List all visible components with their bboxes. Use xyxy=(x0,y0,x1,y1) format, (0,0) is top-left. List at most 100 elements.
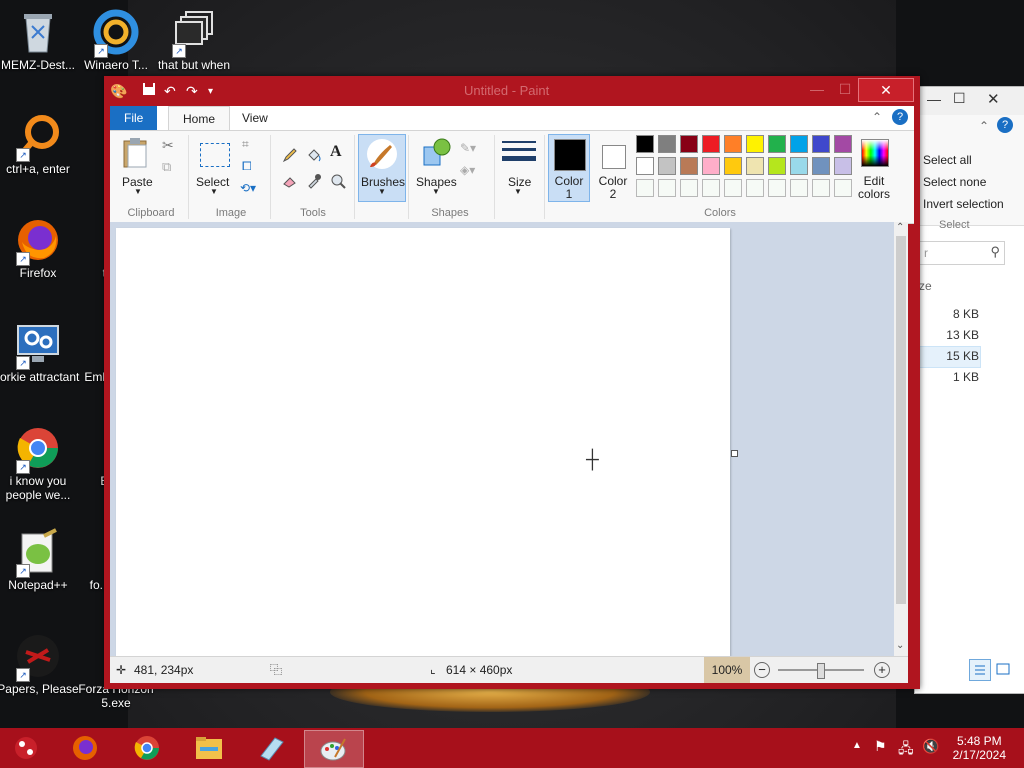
minimize-icon[interactable]: — xyxy=(804,78,830,100)
rotate-icon[interactable]: ⟲▾ xyxy=(240,181,256,195)
pencil-icon[interactable] xyxy=(282,147,298,166)
collapse-ribbon-icon[interactable]: ⌃ xyxy=(979,119,989,133)
color-swatch[interactable] xyxy=(768,135,786,153)
paint-titlebar[interactable]: 🎨 ↶ ↷ ▾ Untitled - Paint — ☐ ✕ xyxy=(104,76,920,106)
color-swatch[interactable] xyxy=(658,157,676,175)
magnifier-icon[interactable] xyxy=(330,173,346,192)
select-none-button[interactable]: Select none xyxy=(923,175,986,189)
select-all-button[interactable]: Select all xyxy=(923,153,972,167)
color1-button[interactable]: Color 1 xyxy=(548,134,590,202)
color-swatch[interactable] xyxy=(658,179,676,197)
color-swatch[interactable] xyxy=(812,135,830,153)
paint-window[interactable]: 🎨 ↶ ↷ ▾ Untitled - Paint — ☐ ✕ File Home… xyxy=(104,76,920,689)
help-icon[interactable]: ? xyxy=(892,109,908,125)
paste-button[interactable]: Paste ▼ xyxy=(116,135,156,199)
color-swatch[interactable] xyxy=(636,179,654,197)
brushes-button[interactable]: Brushes ▼ xyxy=(358,134,406,202)
color-swatch[interactable] xyxy=(746,157,764,175)
details-view-icon[interactable] xyxy=(969,659,991,681)
vertical-scrollbar[interactable]: ⌃ ⌄ xyxy=(894,222,908,656)
color-picker-icon[interactable] xyxy=(306,173,322,192)
color-swatch[interactable] xyxy=(790,157,808,175)
taskbar-firefox[interactable] xyxy=(56,730,114,766)
fill-icon[interactable] xyxy=(306,147,322,166)
color-swatch[interactable] xyxy=(636,135,654,153)
close-button[interactable]: ✕ xyxy=(858,78,914,102)
tab-home[interactable]: Home xyxy=(168,106,231,131)
shape-fill-icon[interactable]: ◈▾ xyxy=(460,163,475,177)
start-button[interactable] xyxy=(0,730,52,766)
desktop-icon-ctrl-a-enter[interactable]: ↗ ctrl+a, enter xyxy=(0,108,82,176)
scrollbar-thumb[interactable] xyxy=(896,236,906,604)
canvas-resize-handle[interactable] xyxy=(731,450,738,457)
canvas-workspace[interactable]: ┼ xyxy=(110,222,894,656)
color-swatch[interactable] xyxy=(812,179,830,197)
copy-icon[interactable]: ⧉ xyxy=(162,159,171,175)
color-swatch[interactable] xyxy=(658,135,676,153)
invert-selection-button[interactable]: Invert selection xyxy=(923,197,1004,211)
save-icon[interactable] xyxy=(142,82,156,99)
tab-view[interactable]: View xyxy=(228,106,282,130)
color-swatch[interactable] xyxy=(636,157,654,175)
color-swatch[interactable] xyxy=(790,179,808,197)
volume-muted-icon[interactable]: 🔇 xyxy=(922,738,939,755)
taskbar-chrome[interactable] xyxy=(118,730,176,766)
desktop-icon-that-but-when[interactable]: ↗ that but when xyxy=(150,4,238,72)
crop-icon[interactable]: ⌗ xyxy=(242,137,249,152)
edit-colors-button[interactable]: Edit colors xyxy=(854,135,894,201)
network-icon[interactable]: 🖧 xyxy=(898,738,914,762)
text-icon[interactable]: A xyxy=(330,143,342,161)
color-swatch[interactable] xyxy=(724,157,742,175)
zoom-slider-thumb[interactable] xyxy=(817,663,825,679)
customize-toolbar-icon[interactable]: ▾ xyxy=(208,86,213,97)
color-swatch[interactable] xyxy=(680,179,698,197)
zoom-out-button[interactable]: − xyxy=(754,662,770,678)
zoom-in-button[interactable]: + xyxy=(874,662,890,678)
color-swatch[interactable] xyxy=(724,179,742,197)
color-swatch[interactable] xyxy=(768,157,786,175)
action-center-flag-icon[interactable]: ⚑ xyxy=(874,738,887,755)
color-swatch[interactable] xyxy=(680,135,698,153)
color-swatch[interactable] xyxy=(680,157,698,175)
desktop-icon-recycle-bin[interactable]: MEMZ-Dest... xyxy=(0,4,82,72)
color-swatch[interactable] xyxy=(746,135,764,153)
scroll-up-icon[interactable]: ⌃ xyxy=(896,222,904,233)
drawing-canvas[interactable]: ┼ xyxy=(116,228,730,656)
show-hidden-icons-icon[interactable]: ▲ xyxy=(852,740,862,751)
maximize-icon[interactable]: ☐ xyxy=(832,78,858,100)
select-button[interactable]: Select ▼ xyxy=(194,135,236,199)
size-column-header[interactable]: ze xyxy=(919,279,932,293)
color-swatch[interactable] xyxy=(702,179,720,197)
paint-app-icon[interactable]: 🎨 xyxy=(110,83,127,100)
minimize-icon[interactable]: — xyxy=(927,91,941,107)
collapse-ribbon-icon[interactable]: ⌃ xyxy=(872,110,882,124)
color-swatch[interactable] xyxy=(702,157,720,175)
size-button[interactable]: Size ▼ xyxy=(498,135,538,199)
color-swatch[interactable] xyxy=(702,135,720,153)
desktop-icon-firefox[interactable]: ↗ Firefox xyxy=(0,212,82,280)
desktop-icon-winaero[interactable]: ↗ Winaero T... xyxy=(72,4,160,72)
color-swatch[interactable] xyxy=(746,179,764,197)
large-icons-view-icon[interactable] xyxy=(993,659,1013,679)
color-swatch[interactable] xyxy=(790,135,808,153)
resize-icon[interactable]: ⧠ xyxy=(242,159,252,174)
tab-file[interactable]: File xyxy=(110,106,158,130)
color-swatch[interactable] xyxy=(812,157,830,175)
taskbar-notepad[interactable] xyxy=(242,730,300,766)
close-icon[interactable]: ✕ xyxy=(987,90,1000,108)
taskbar-clock[interactable]: 5:48 PM 2/17/2024 xyxy=(953,734,1006,762)
file-explorer-window[interactable]: — ☐ ✕ ⌃ ? Select all Select none Invert … xyxy=(914,86,1024,694)
shapes-button[interactable]: Shapes ▼ xyxy=(414,135,458,199)
taskbar-file-explorer[interactable] xyxy=(180,730,238,766)
outline-icon[interactable]: ✎▾ xyxy=(460,141,476,155)
color-swatch[interactable] xyxy=(768,179,786,197)
color-swatch[interactable] xyxy=(724,135,742,153)
desktop-icon-forkie[interactable]: ↗ forkie attractant xyxy=(0,316,82,384)
search-input[interactable]: r ⚲ xyxy=(919,241,1005,265)
color-swatch[interactable] xyxy=(834,179,852,197)
desktop-icon-chrome-shortcut[interactable]: ↗ i know you people we... xyxy=(0,420,82,502)
eraser-icon[interactable] xyxy=(282,173,298,192)
color2-button[interactable]: Color 2 xyxy=(592,135,632,201)
desktop-icon-notepad-plus-plus[interactable]: ↗ Notepad++ xyxy=(0,524,82,592)
color-swatch[interactable] xyxy=(834,135,852,153)
